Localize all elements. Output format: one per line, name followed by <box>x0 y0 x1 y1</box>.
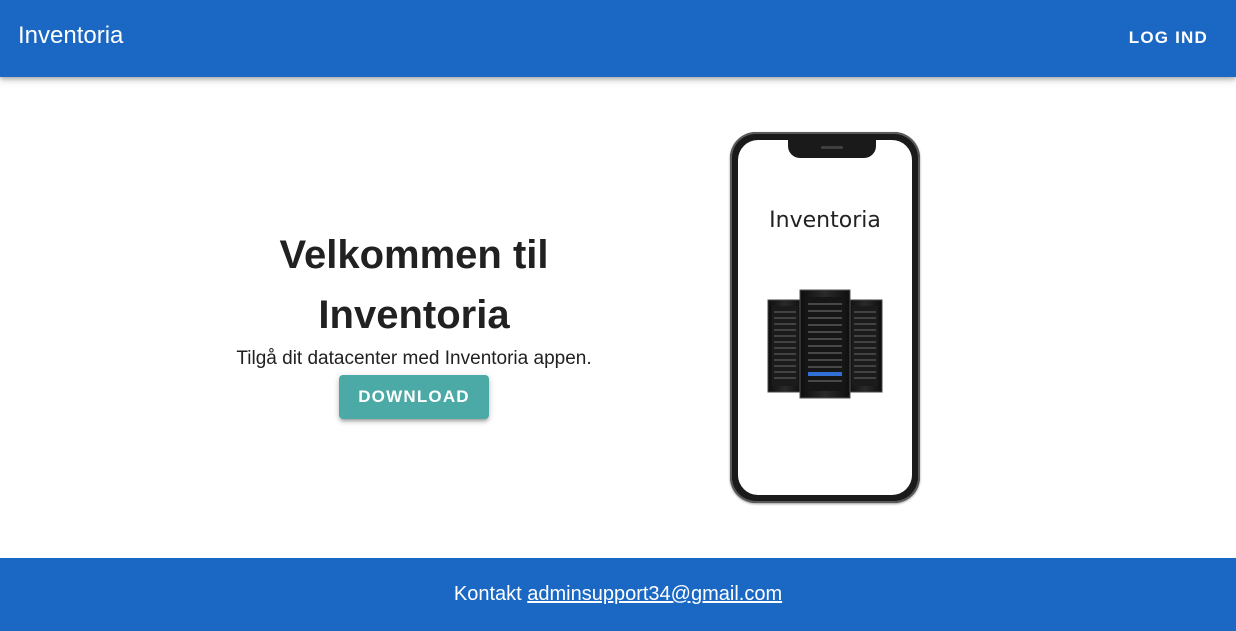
footer: Kontakt adminsupport34@gmail.com <box>0 558 1236 631</box>
server-rack-left <box>767 299 803 393</box>
hero-section: Velkommen til Inventoria Tilgå dit datac… <box>0 77 1236 558</box>
phone-mockup: Inventoria <box>730 132 920 503</box>
app-bar: Inventoria LOG IND <box>0 0 1236 77</box>
server-rack-right <box>847 299 883 393</box>
server-racks-icon <box>767 289 883 399</box>
footer-email-link[interactable]: adminsupport34@gmail.com <box>527 583 782 605</box>
footer-contact-label: Kontakt <box>453 583 522 605</box>
app-title: Inventoria <box>18 22 124 49</box>
login-button[interactable]: LOG IND <box>1117 18 1220 58</box>
phone-notch <box>788 140 876 158</box>
phone-screen: Inventoria <box>738 140 912 495</box>
hero-text: Velkommen til Inventoria Tilgå dit datac… <box>184 225 644 419</box>
server-rack-center <box>799 289 851 399</box>
hero-subtitle: Tilgå dit datacenter med Inventoria appe… <box>236 348 592 369</box>
phone-app-title: Inventoria <box>769 208 881 233</box>
hero-title-line2: Inventoria <box>318 293 510 337</box>
hero-title-line1: Velkommen til <box>279 233 549 277</box>
phone-speaker <box>821 146 843 149</box>
download-button[interactable]: DOWNLOAD <box>339 375 489 419</box>
